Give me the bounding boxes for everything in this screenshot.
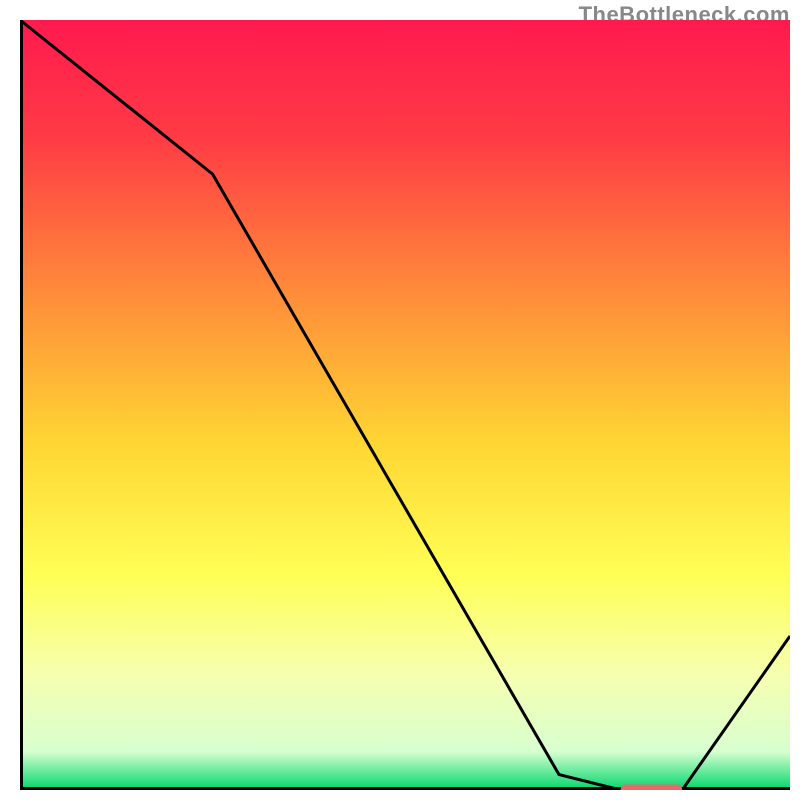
optimum-marker	[621, 785, 683, 791]
chart-svg	[20, 20, 790, 790]
chart-container: TheBottleneck.com	[0, 0, 800, 800]
plot-background	[20, 20, 790, 790]
